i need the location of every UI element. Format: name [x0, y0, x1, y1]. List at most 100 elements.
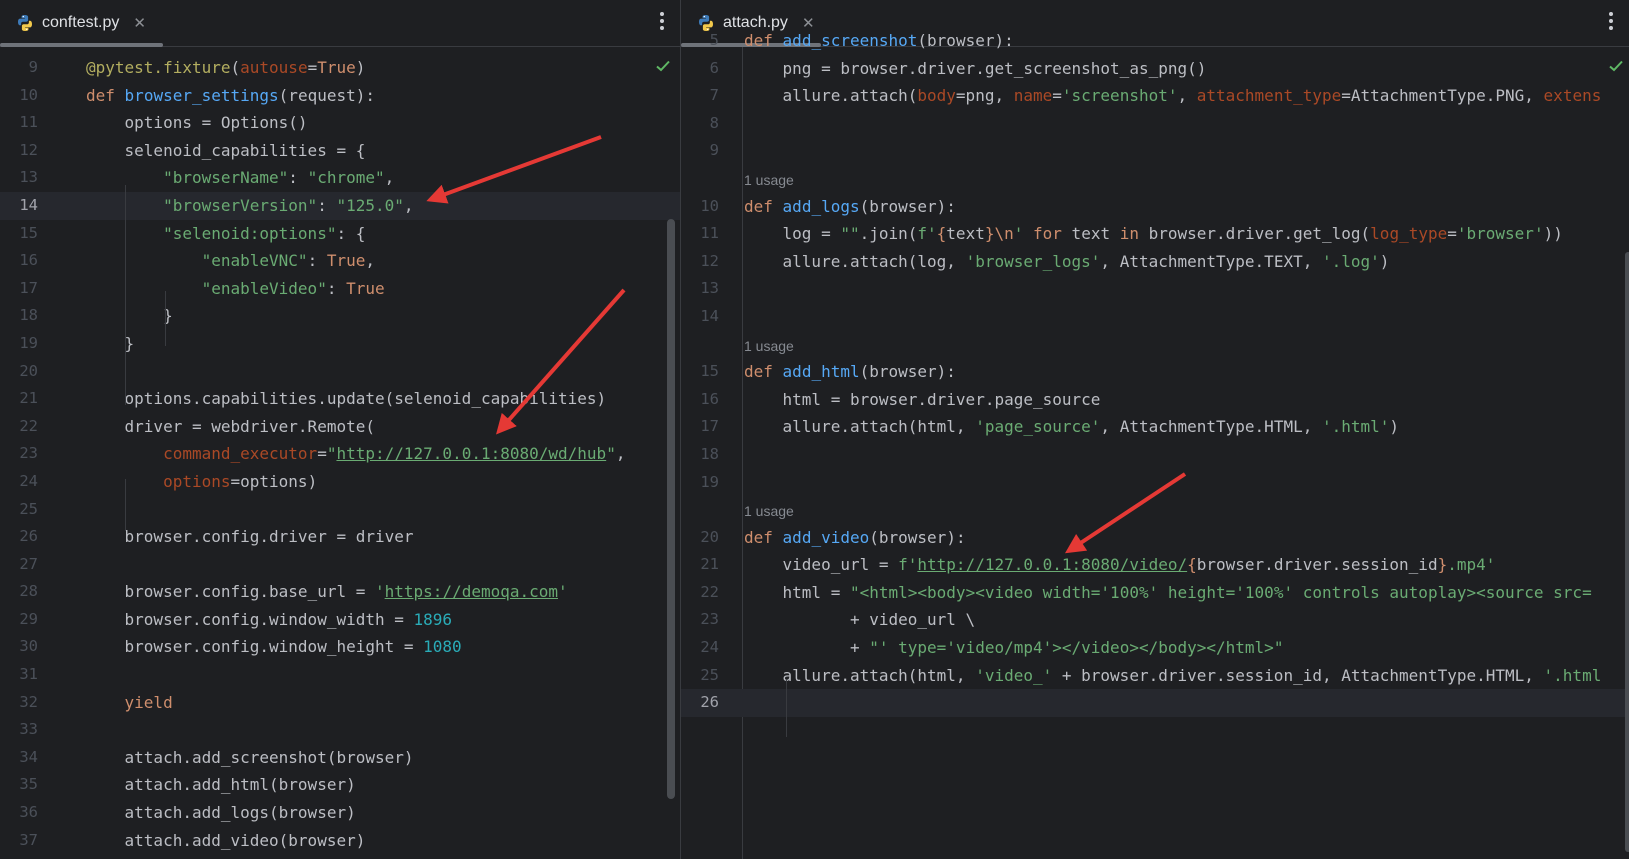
code-editor-left[interactable]: 9 @pytest.fixture(autouse=True) 10 def brow…: [0, 47, 680, 859]
code-line: 14 "browserVersion": "125.0",: [0, 191, 680, 220]
tab-conftest[interactable]: conftest.py ✕: [0, 0, 160, 46]
indent-guide: [125, 185, 126, 405]
code-line: 29 browser.config.window_width = 1896: [0, 606, 680, 634]
code-line: 24 options=options): [0, 468, 680, 496]
usage-label[interactable]: 1 usage: [744, 496, 794, 527]
line-number: 28: [19, 582, 38, 601]
code-text: driver = webdriver.Remote(: [86, 416, 375, 436]
code-lines: 9 @pytest.fixture(autouse=True) 10 def brow…: [0, 54, 680, 854]
code-text: allure.attach(html, 'video_' + browser.d…: [744, 665, 1602, 685]
code-line: 28 browser.config.base_url = 'https://de…: [0, 578, 680, 606]
line-number: 10: [700, 196, 719, 215]
editor-pane-left: conftest.py ✕ 9 @pytest.fixture(autouse=T…: [0, 0, 681, 859]
line-number: 12: [700, 251, 719, 270]
code-text: attach.add_screenshot(browser): [86, 747, 414, 767]
python-file-icon: [18, 15, 32, 31]
line-number: 22: [700, 582, 719, 601]
line-number: 6: [709, 58, 719, 77]
indent-guide: [125, 479, 126, 531]
code-line: 10 def browser_settings(request):: [0, 82, 680, 110]
vertical-scrollbar[interactable]: [667, 219, 675, 799]
line-number: 19: [700, 472, 719, 491]
code-text: def add_video(browser):: [744, 527, 966, 547]
code-line: 26: [681, 689, 1629, 717]
usage-label[interactable]: 1 usage: [744, 331, 794, 362]
line-number: 14: [700, 306, 719, 325]
code-text: attach.add_html(browser): [86, 775, 356, 795]
code-lines: 5 def add_screenshot(browser): 6 png = bro…: [681, 27, 1629, 717]
line-number: 10: [19, 85, 38, 104]
line-number: 31: [19, 665, 38, 684]
code-line: 25: [0, 496, 680, 524]
code-line: 21 options.capabilities.update(selenoid_…: [0, 385, 680, 413]
line-number: 30: [19, 637, 38, 656]
line-number: 15: [19, 223, 38, 242]
code-line: 26 browser.config.driver = driver: [0, 523, 680, 551]
code-text: command_executor="http://127.0.0.1:8080/…: [163, 444, 626, 464]
code-text: yield: [124, 692, 173, 712]
more-options-icon[interactable]: [660, 12, 664, 30]
code-text: "selenoid:options": {: [163, 223, 366, 243]
code-line: 30 browser.config.window_height = 1080: [0, 633, 680, 661]
code-line: 9 @pytest.fixture(autouse=True): [0, 54, 680, 82]
line-number: 23: [19, 444, 38, 463]
code-text: log = "".join(f'{text}\n' for text in br…: [744, 224, 1563, 244]
line-number: 22: [19, 416, 38, 435]
code-text: }: [86, 306, 173, 326]
line-number: 35: [19, 775, 38, 794]
code-text: options=options): [163, 471, 318, 491]
code-text: + "' type='video/mp4'></video></body></h…: [744, 638, 1284, 658]
code-text: "enableVideo": True: [201, 278, 385, 298]
tab-label: conftest.py: [42, 14, 120, 31]
code-text: html = browser.driver.page_source: [744, 389, 1101, 409]
code-line: 22 driver = webdriver.Remote(: [0, 413, 680, 441]
line-number: 24: [19, 471, 38, 490]
code-text: def browser_settings(request):: [86, 85, 375, 105]
line-number: 9: [28, 58, 38, 76]
code-text: "browserVersion": "125.0",: [163, 195, 414, 215]
code-text: def add_logs(browser):: [744, 196, 956, 216]
code-line: 34 attach.add_screenshot(browser): [0, 744, 680, 772]
line-number: 12: [19, 140, 38, 159]
code-text: browser.config.window_width = 1896: [86, 609, 453, 629]
code-line: 12 selenoid_capabilities = {: [0, 137, 680, 165]
code-text: html = "<html><body><video width='100%' …: [744, 582, 1592, 602]
usage-label[interactable]: 1 usage: [744, 165, 794, 196]
line-number: 17: [700, 417, 719, 436]
code-line: 20: [0, 358, 680, 386]
code-text: def add_screenshot(browser):: [744, 31, 1014, 50]
code-line: 23 command_executor="http://127.0.0.1:80…: [0, 440, 680, 468]
code-text: def add_html(browser):: [744, 362, 956, 382]
code-editor-right[interactable]: 5 def add_screenshot(browser): 6 png = bro…: [681, 31, 1629, 859]
line-number: 18: [19, 306, 38, 325]
line-number: 20: [19, 361, 38, 380]
code-line: 13: [681, 275, 1629, 303]
close-icon[interactable]: ✕: [133, 14, 146, 32]
line-number: 14: [19, 195, 38, 214]
code-line: 22 html = "<html><body><video width='100…: [681, 579, 1629, 607]
line-number: 34: [19, 747, 38, 766]
code-line: 35 attach.add_html(browser): [0, 771, 680, 799]
code-line: 8: [681, 110, 1629, 138]
line-number: 19: [19, 333, 38, 352]
code-line: 23 + video_url \: [681, 606, 1629, 634]
code-line: 33: [0, 716, 680, 744]
code-line: 31: [0, 661, 680, 689]
line-number: 18: [700, 444, 719, 463]
code-text: options.capabilities.update(selenoid_cap…: [86, 389, 607, 409]
vertical-scrollbar[interactable]: [1625, 252, 1629, 852]
code-line: 37 attach.add_video(browser): [0, 827, 680, 855]
line-number: 8: [709, 113, 719, 132]
code-line: 12 allure.attach(log, 'browser_logs', At…: [681, 248, 1629, 276]
code-text: "enableVNC": True,: [201, 251, 375, 271]
line-number: 16: [700, 389, 719, 408]
code-line: 21 video_url = f'http://127.0.0.1:8080/v…: [681, 551, 1629, 579]
code-line: 9: [681, 137, 1629, 165]
code-line: 10 def add_logs(browser):: [681, 193, 1629, 221]
code-line: 17 allure.attach(html, 'page_source', At…: [681, 413, 1629, 441]
code-text: allure.attach(body=png, name='screenshot…: [744, 86, 1602, 106]
code-text: attach.add_logs(browser): [86, 803, 356, 823]
code-text: browser.config.driver = driver: [86, 527, 414, 547]
line-number: 17: [19, 278, 38, 297]
code-text: @pytest.fixture(autouse=True): [86, 58, 366, 77]
